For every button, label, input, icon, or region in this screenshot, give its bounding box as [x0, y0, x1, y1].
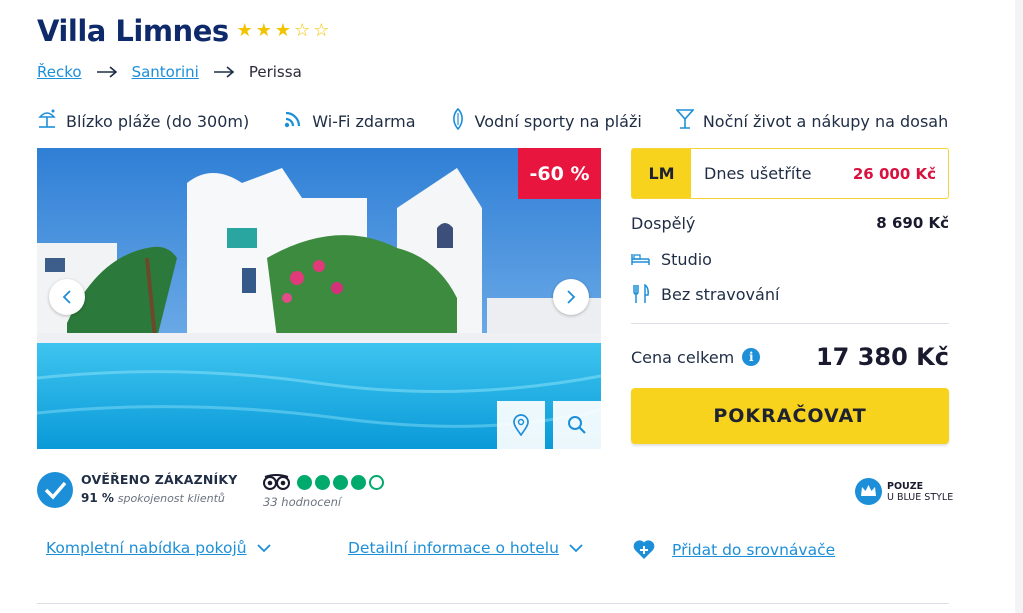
- pricing-panel: LM Dnes ušetříte 26 000 Kč Dospělý 8 690…: [631, 148, 949, 444]
- star-rating: ★ ★ ★ ☆ ☆: [237, 22, 330, 40]
- star-filled-icon: ★: [274, 20, 292, 41]
- verified-title: OVĚŘENO ZÁKAZNÍKY: [81, 472, 238, 487]
- rating-dot-filled: [315, 474, 330, 490]
- satisfaction-value: 91 %: [81, 491, 114, 505]
- show-map-button[interactable]: [497, 401, 545, 449]
- breadcrumb-item-country[interactable]: Řecko: [37, 63, 82, 81]
- map-pin-icon: [513, 414, 529, 436]
- crown-icon: [855, 478, 882, 505]
- all-rooms-link[interactable]: Kompletní nabídka pokojů: [46, 539, 271, 557]
- savings-label: Dnes ušetříte: [704, 164, 812, 183]
- surfboard-icon: [450, 107, 475, 134]
- board-type: Bez stravování: [661, 284, 780, 304]
- bed-icon: [631, 254, 650, 265]
- verified-text: OVĚŘENO ZÁKAZNÍKY 91 % spokojenost klien…: [81, 472, 238, 505]
- hotel-details-link[interactable]: Detailní informace o hotelu: [348, 539, 583, 557]
- breadcrumb: Řecko Santorini Perissa: [37, 63, 302, 81]
- rating-dot-filled: [351, 474, 366, 490]
- divider: [631, 323, 949, 324]
- satisfaction: 91 % spokojenost klientů: [81, 491, 238, 505]
- breadcrumb-item-resort: Perissa: [248, 63, 302, 81]
- last-minute-tag: LM: [632, 149, 691, 198]
- adult-label: Dospělý: [631, 213, 696, 233]
- cocktail-icon: [675, 108, 703, 134]
- hotel-name: Villa Limnes: [37, 14, 229, 48]
- tripadvisor-row: [263, 474, 384, 490]
- adult-price: 8 690 Kč: [876, 214, 949, 232]
- tripadvisor-count: 33 hodnocení: [263, 495, 342, 509]
- search-icon: [568, 416, 586, 434]
- feature-watersports: Vodní sporty na pláži: [450, 107, 642, 134]
- star-filled-icon: ★: [255, 20, 272, 41]
- star-filled-icon: ★: [236, 20, 253, 41]
- last-minute-savings: LM Dnes ušetříte 26 000 Kč: [631, 148, 949, 199]
- info-icon[interactable]: i: [742, 348, 761, 366]
- breadcrumb-item-region[interactable]: Santorini: [132, 63, 199, 81]
- discount-badge: -60 %: [518, 148, 601, 199]
- total-label-group: Cena celkem i: [631, 347, 761, 367]
- gallery-prev-button[interactable]: [49, 279, 85, 315]
- title-row: Villa Limnes ★ ★ ★ ☆ ☆: [37, 14, 329, 48]
- scrollbar-track[interactable]: [1015, 0, 1023, 613]
- feature-beach: Blízko pláže (do 300m): [37, 108, 249, 134]
- heart-plus-icon: [633, 540, 655, 559]
- rating-dot-filled: [333, 474, 348, 490]
- tripadvisor-dots: [297, 474, 384, 490]
- check-circle-icon: [37, 472, 73, 508]
- arrow-right-icon: [199, 66, 249, 78]
- satisfaction-label: spokojenost klientů: [117, 492, 225, 505]
- feature-label: Vodní sporty na pláži: [474, 111, 642, 131]
- section-divider: [37, 603, 949, 604]
- star-empty-icon: ☆: [313, 20, 330, 41]
- chevron-left-icon: [62, 290, 71, 304]
- tripadvisor-rating[interactable]: 33 hodnocení: [263, 474, 384, 509]
- add-to-compare-label: Přidat do srovnávače: [672, 540, 836, 559]
- feature-label: Wi-Fi zdarma: [312, 111, 416, 131]
- rating-dot-filled: [297, 474, 312, 490]
- blue-style-badge: POUZE U BLUE STYLE: [855, 478, 953, 505]
- arrow-right-icon: [82, 66, 132, 78]
- tripadvisor-owl-icon: [263, 474, 290, 490]
- chevron-down-icon: [569, 543, 583, 552]
- verified-badge: OVĚŘENO ZÁKAZNÍKY 91 % spokojenost klien…: [37, 472, 238, 508]
- feature-list: Blízko pláže (do 300m) Wi-Fi zdarma Vodn…: [37, 107, 982, 134]
- detail-links: Kompletní nabídka pokojů Detailní inform…: [46, 539, 949, 563]
- feature-label: Noční život a nákupy na dosah: [702, 111, 949, 131]
- all-rooms-label: Kompletní nabídka pokojů: [46, 539, 247, 557]
- zoom-photo-button[interactable]: [553, 401, 601, 449]
- feature-nightlife: Noční život a nákupy na dosah: [675, 108, 949, 134]
- blue-style-line1: POUZE: [887, 480, 924, 492]
- total-price-row: Cena celkem i 17 380 Kč: [631, 342, 949, 372]
- add-to-compare-link[interactable]: Přidat do srovnávače: [632, 539, 835, 560]
- star-empty-icon: ☆: [294, 20, 311, 41]
- fork-knife-icon: [633, 284, 649, 303]
- hotel-photo-gallery[interactable]: -60 %: [37, 148, 601, 449]
- chevron-right-icon: [567, 290, 576, 304]
- hotel-details-label: Detailní informace o hotelu: [348, 539, 559, 557]
- total-label: Cena celkem: [631, 347, 735, 367]
- savings-amount: 26 000 Kč: [852, 164, 936, 183]
- feature-wifi: Wi-Fi zdarma: [283, 109, 416, 133]
- continue-button[interactable]: POKRAČOVAT: [631, 388, 949, 444]
- room-type-row: Studio: [631, 249, 949, 269]
- gallery-next-button[interactable]: [553, 279, 589, 315]
- room-type: Studio: [661, 249, 712, 269]
- rating-dot-empty: [369, 474, 384, 490]
- blue-style-text: POUZE U BLUE STYLE: [887, 481, 953, 503]
- adult-price-row: Dospělý 8 690 Kč: [631, 213, 949, 233]
- blue-style-line2: U BLUE STYLE: [887, 491, 954, 503]
- chevron-down-icon: [256, 543, 271, 552]
- feature-label: Blízko pláže (do 300m): [66, 111, 250, 131]
- board-type-row: Bez stravování: [631, 284, 949, 304]
- wifi-icon: [283, 109, 312, 133]
- total-price: 17 380 Kč: [815, 343, 949, 371]
- beach-umbrella-icon: [37, 108, 66, 134]
